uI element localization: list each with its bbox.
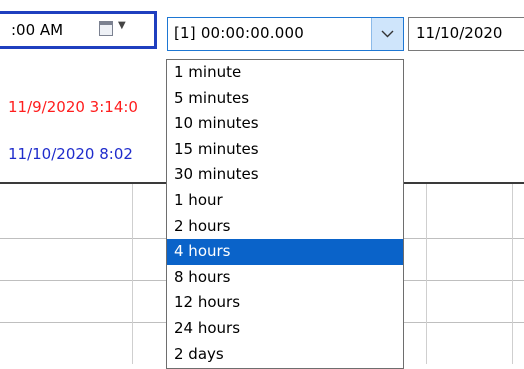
dropdown-item[interactable]: 2 days [167, 342, 403, 368]
grid-line [132, 184, 133, 364]
dropdown-item[interactable]: 12 hours [167, 290, 403, 316]
dropdown-item[interactable]: 4 hours [167, 239, 403, 265]
start-time-text: :00 AM [11, 21, 64, 39]
dropdown-item[interactable]: 15 minutes [167, 137, 403, 163]
end-date-picker[interactable]: 11/10/2020 [408, 17, 524, 51]
chevron-down-icon[interactable]: ▼ [118, 20, 126, 31]
interval-dropdown-button[interactable] [371, 18, 403, 50]
end-date-text: 11/10/2020 [416, 24, 503, 42]
dropdown-item[interactable]: 24 hours [167, 316, 403, 342]
interval-value: [1] 00:00:00.000 [174, 24, 304, 42]
dropdown-item[interactable]: 10 minutes [167, 111, 403, 137]
legend-start-time: 11/9/2020 3:14:0 [8, 98, 138, 116]
interval-dropdown-list[interactable]: 1 minute 5 minutes 10 minutes 15 minutes 30 … [166, 59, 404, 369]
dropdown-item[interactable]: 30 minutes [167, 162, 403, 188]
grid-line [426, 184, 427, 364]
grid-line [512, 184, 513, 364]
legend-end-time: 11/10/2020 8:02 [8, 145, 133, 163]
interval-combobox[interactable]: [1] 00:00:00.000 [167, 17, 404, 51]
dropdown-item[interactable]: 8 hours [167, 265, 403, 291]
start-datetime-picker[interactable]: :00 AM ▼ [0, 11, 157, 49]
dropdown-item[interactable]: 1 hour [167, 188, 403, 214]
dropdown-item[interactable]: 5 minutes [167, 86, 403, 112]
calendar-icon[interactable] [99, 21, 113, 36]
chevron-down-icon [381, 30, 394, 38]
dropdown-item[interactable]: 2 hours [167, 214, 403, 240]
dropdown-item[interactable]: 1 minute [167, 60, 403, 86]
